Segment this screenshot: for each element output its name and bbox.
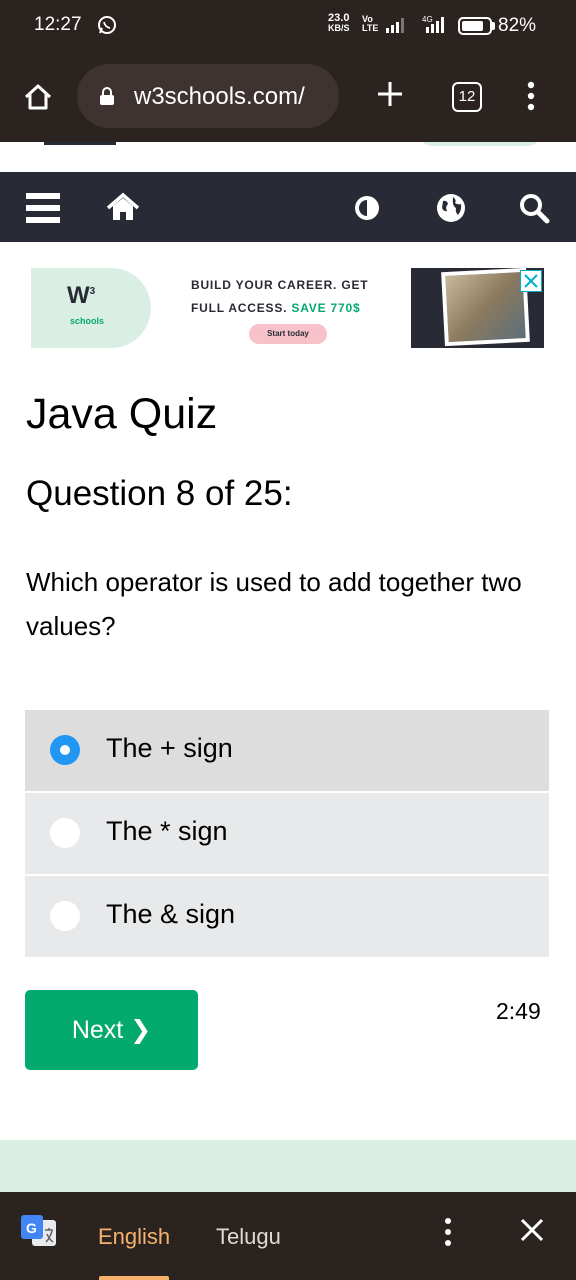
signal-icon (386, 18, 404, 33)
scrolled-content-strip (0, 142, 576, 172)
partial-logo-strip (44, 142, 537, 146)
globe-icon[interactable] (435, 192, 467, 224)
ad-logo-subtitle: schools (70, 316, 105, 326)
ad-logo-letter: W (67, 282, 90, 309)
google-translate-icon: G (21, 1215, 56, 1246)
ad-line2-prefix: FULL ACCESS. (191, 301, 288, 315)
ad-logo: W3 (67, 282, 95, 310)
answer-label: The + sign (106, 733, 233, 763)
answer-label: The * sign (106, 816, 228, 846)
url-text: w3schools.com/ (134, 83, 305, 110)
net-speed-unit: KB/S (328, 23, 350, 33)
browser-menu-icon[interactable] (520, 78, 542, 114)
ad-photo (441, 268, 530, 347)
radio-button[interactable] (50, 735, 80, 765)
network-speed: 23.0 KB/S (328, 12, 350, 34)
address-bar[interactable]: w3schools.com/ (77, 64, 339, 128)
question-heading: Question 8 of 25: (26, 474, 293, 513)
battery-tip (492, 22, 495, 30)
home-icon[interactable] (18, 77, 58, 117)
status-bar: 12:27 23.0 KB/S Vo LTE 4G 82% (0, 0, 576, 52)
ad-banner[interactable]: W3 schools BUILD YOUR CAREER. GET FULL A… (31, 268, 544, 348)
tab-target-language[interactable]: Telugu (216, 1224, 281, 1250)
net-speed-value: 23.0 (328, 12, 350, 24)
answer-option[interactable]: The * sign (25, 793, 549, 874)
question-text: Which operator is used to add together t… (26, 567, 522, 641)
radio-button[interactable] (50, 818, 80, 848)
hamburger-menu-icon[interactable] (25, 190, 61, 226)
translate-menu-icon[interactable] (438, 1214, 458, 1250)
search-icon[interactable] (518, 192, 550, 224)
browser-toolbar: w3schools.com/ 12 (0, 52, 576, 142)
quiz-timer: 2:49 (496, 998, 541, 1024)
answer-option[interactable]: The & sign (25, 876, 549, 957)
radio-button[interactable] (50, 901, 80, 931)
home-icon[interactable] (106, 192, 140, 222)
svg-text:G: G (26, 1220, 37, 1236)
ad-line2-highlight: SAVE 770$ (291, 301, 361, 315)
whatsapp-icon (98, 16, 116, 34)
ad-logo-sup: 3 (89, 286, 96, 297)
battery-percent: 82% (498, 15, 537, 36)
network-type-label: 4G (422, 15, 433, 24)
active-language-indicator (99, 1276, 169, 1280)
lock-icon (100, 87, 114, 105)
close-icon[interactable] (520, 270, 542, 292)
answer-options: The + sign The * sign The & sign (25, 710, 549, 959)
close-icon[interactable] (516, 1214, 548, 1246)
ad-headline-line1: BUILD YOUR CAREER. GET (191, 278, 369, 292)
page-title: Java Quiz (26, 390, 218, 438)
new-tab-icon[interactable] (372, 76, 408, 112)
next-button[interactable]: Next ❯ (25, 990, 198, 1070)
battery-icon (458, 17, 492, 35)
answer-option[interactable]: The + sign (25, 710, 549, 791)
translate-bar: G English Telugu (0, 1192, 576, 1280)
volte-line2: LTE (362, 23, 379, 33)
status-time: 12:27 (34, 14, 82, 35)
site-nav-bar (0, 172, 576, 242)
answer-label: The & sign (106, 899, 236, 929)
signal-4g-icon: 4G (422, 15, 444, 33)
battery-fill (462, 21, 483, 31)
volte-indicator: Vo LTE (362, 15, 378, 33)
dark-mode-icon[interactable] (352, 193, 382, 223)
page-footer-band (0, 1140, 576, 1192)
ad-cta-button[interactable]: Start today (249, 324, 327, 344)
tab-source-language[interactable]: English (98, 1224, 170, 1250)
ad-logo-panel: W3 schools (31, 268, 151, 348)
tab-switcher-button[interactable]: 12 (452, 82, 482, 112)
ad-headline-line2: FULL ACCESS. SAVE 770$ (191, 301, 360, 315)
